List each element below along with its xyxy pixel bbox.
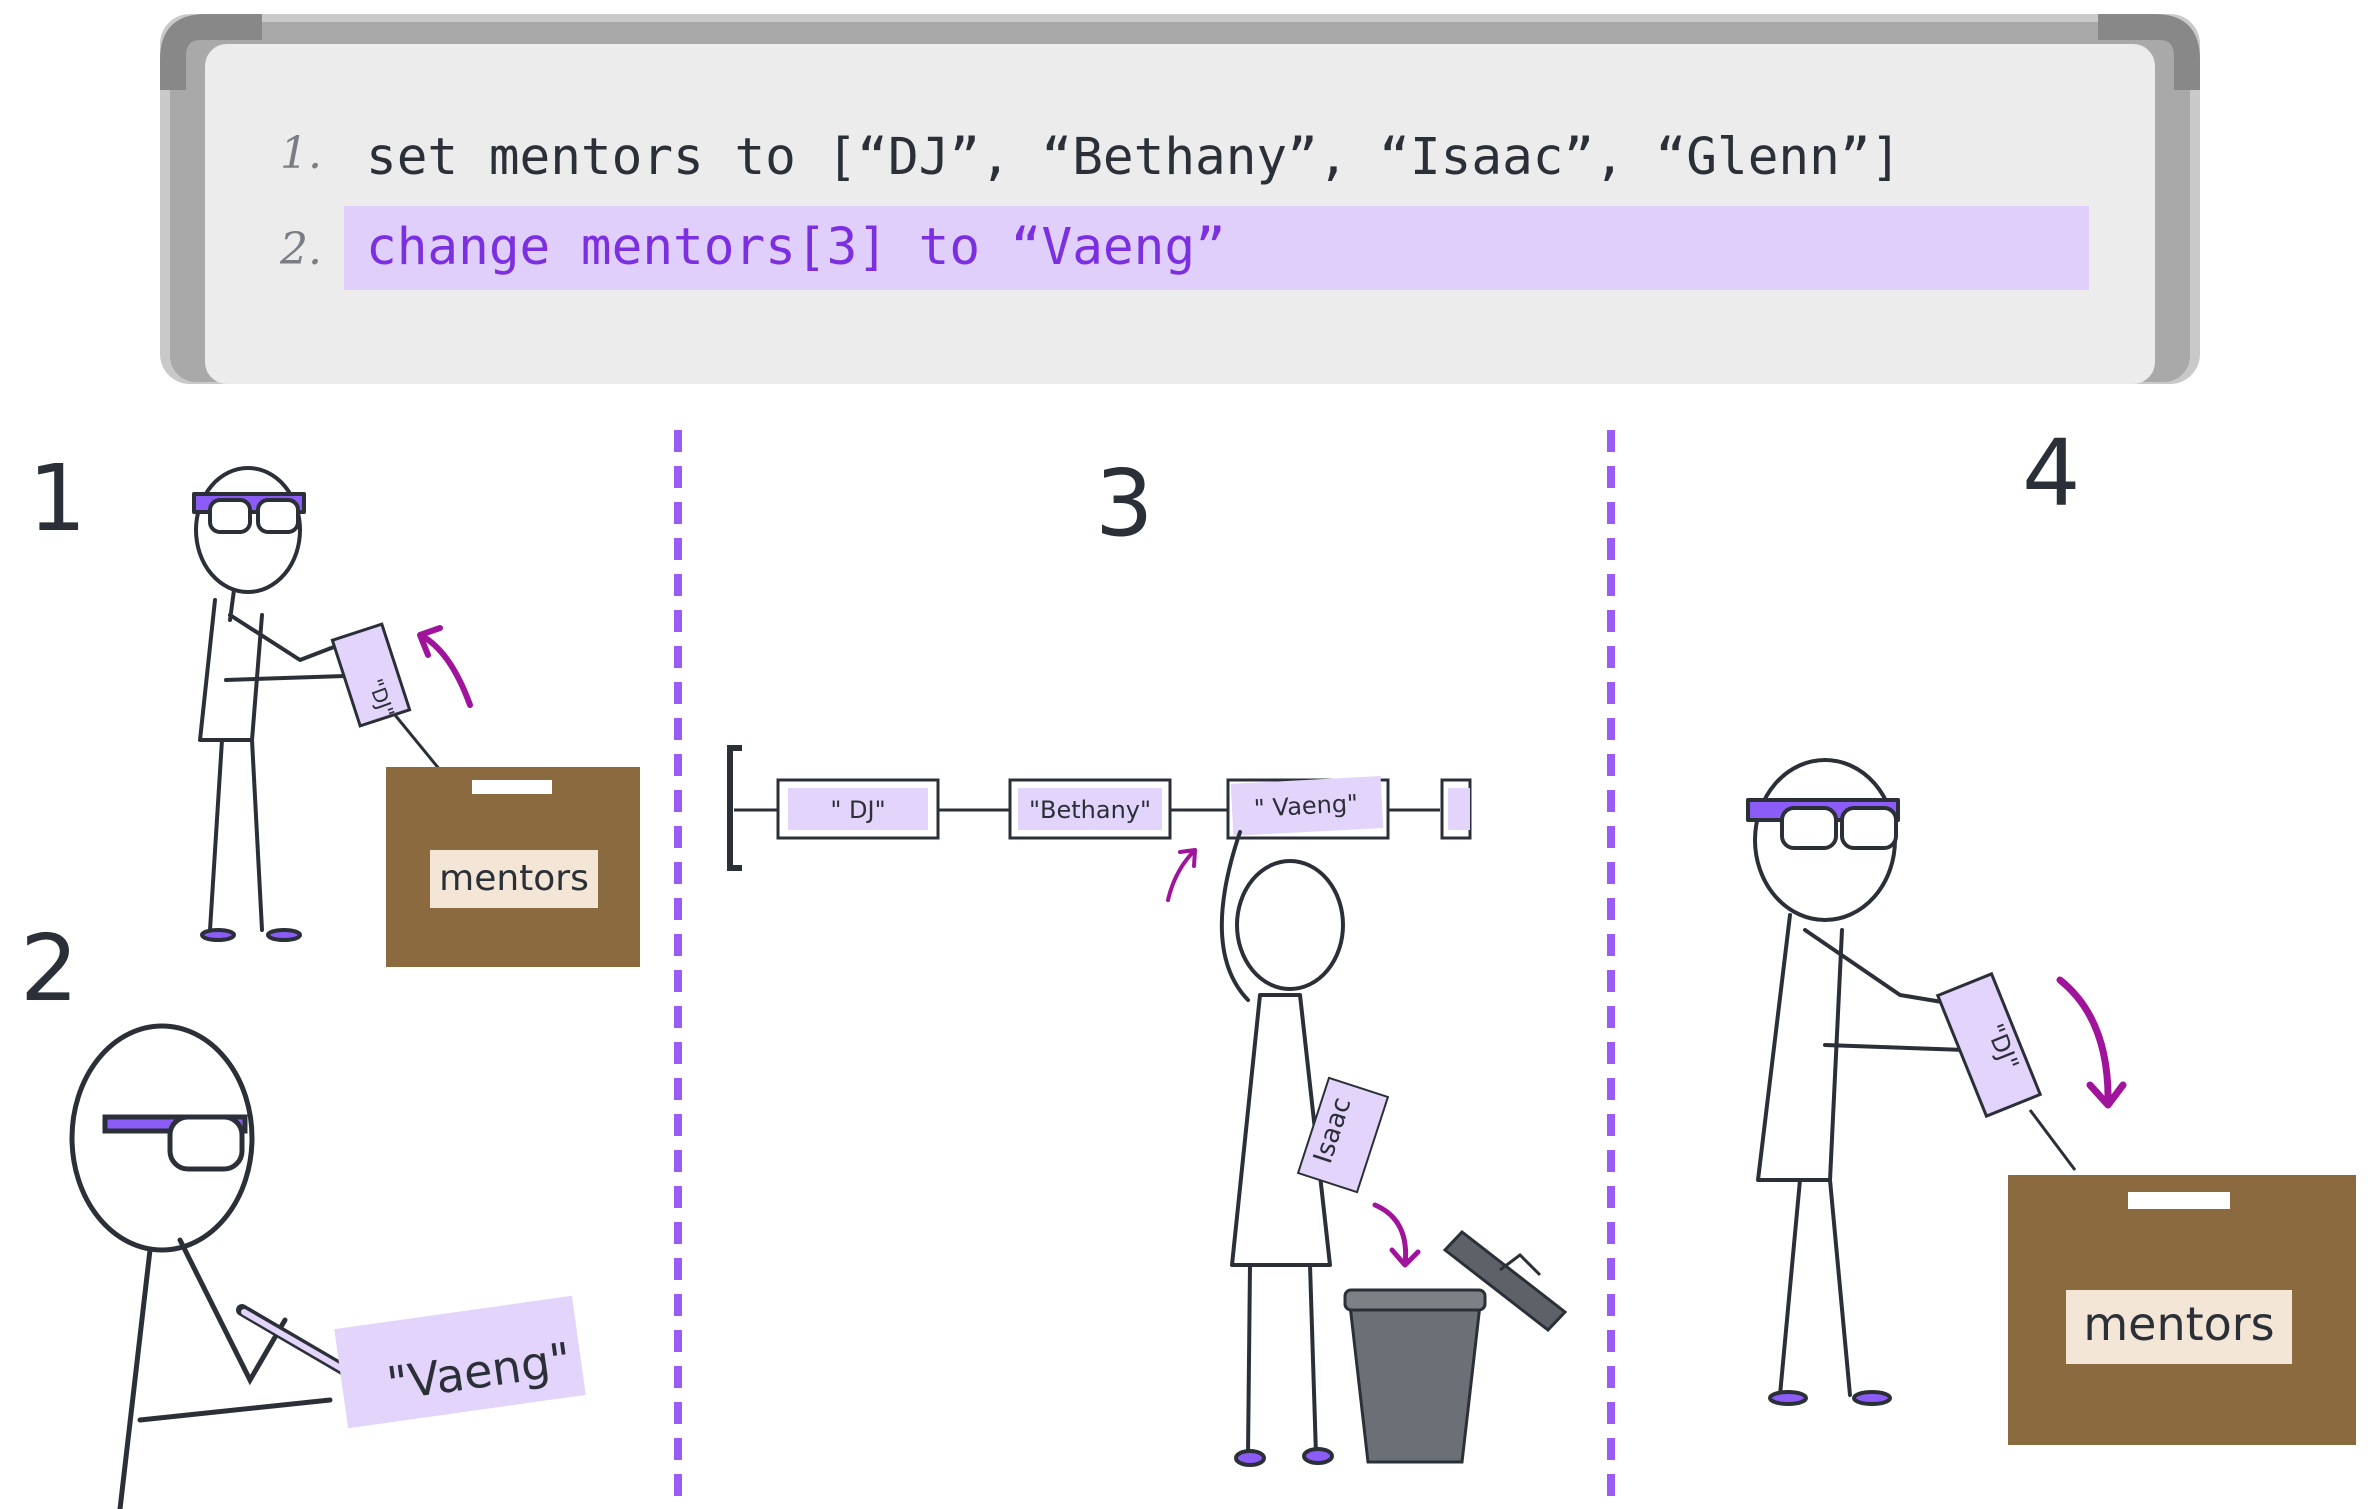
panel-number-1: 1 bbox=[28, 445, 87, 552]
panel-4-scientist bbox=[1746, 758, 1967, 1406]
array-item-2-text: "Bethany" bbox=[1029, 796, 1151, 824]
array-item-4-partial bbox=[1440, 778, 1472, 840]
array-item-3: " Vaeng" bbox=[1226, 776, 1390, 840]
arrow-up-icon bbox=[417, 625, 473, 708]
line-number-2: 2. bbox=[279, 224, 322, 275]
vaeng-slip-written: "Vaeng" bbox=[334, 1295, 586, 1429]
code-line-1: set mentors to [“DJ”, “Bethany”, “Isaac”… bbox=[366, 128, 1901, 187]
trash-can-icon bbox=[1343, 1229, 1568, 1464]
array-item-1-text: " DJ" bbox=[830, 796, 885, 824]
diagram-canvas: 1. set mentors to [“DJ”, “Bethany”, “Isa… bbox=[20, 14, 2356, 1509]
array-item-3-text: " Vaeng" bbox=[1253, 789, 1359, 822]
mentors-box-left: mentors bbox=[386, 767, 640, 967]
array-item-1: " DJ" bbox=[776, 778, 940, 840]
array-item-2: "Bethany" bbox=[1008, 778, 1172, 840]
mentors-box-right: mentors bbox=[2008, 1175, 2356, 1445]
box-label-left: mentors bbox=[439, 858, 589, 899]
line-number-1: 1. bbox=[280, 128, 322, 179]
panel-2-person bbox=[69, 1023, 333, 1509]
code-line-2: change mentors[3] to “Vaeng” bbox=[366, 218, 1226, 277]
panel-number-4: 4 bbox=[2022, 420, 2081, 527]
panel-1-scientist bbox=[192, 466, 354, 942]
arrow-down-icon-right bbox=[2056, 976, 2127, 1109]
box-label-right: mentors bbox=[2083, 1297, 2274, 1351]
whiteboard bbox=[160, 14, 2200, 384]
arrow-down-icon bbox=[1372, 1202, 1421, 1268]
panel-4-dj-slip: "DJ" bbox=[1935, 971, 2077, 1171]
panel-number-2: 2 bbox=[20, 915, 79, 1022]
arrow-small-icon bbox=[1166, 848, 1197, 902]
panel-number-3: 3 bbox=[1095, 450, 1154, 557]
